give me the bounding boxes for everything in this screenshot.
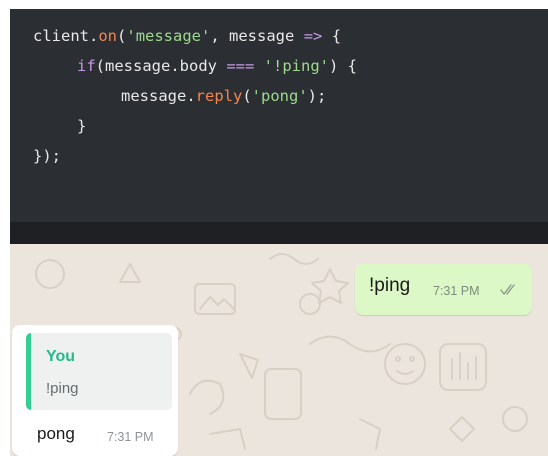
code-line-4: } <box>10 111 548 141</box>
code-token: , message <box>210 27 304 45</box>
code-token: === <box>226 57 255 75</box>
outgoing-message-bubble[interactable]: !ping 7:31 PM <box>355 264 532 315</box>
incoming-message-time: 7:31 PM <box>107 430 154 444</box>
code-token: . <box>89 27 99 45</box>
code-token: { <box>322 27 342 45</box>
quote-author: You <box>46 348 76 365</box>
outgoing-message-time: 7:31 PM <box>433 284 480 298</box>
code-token: client <box>33 27 89 45</box>
quote-text: !ping <box>46 380 79 397</box>
chat-area: !ping 7:31 PM You !ping pong 7:31 PM <box>10 244 548 456</box>
code-token: } <box>77 117 87 135</box>
outgoing-message-text: !ping <box>369 275 411 296</box>
incoming-message-bubble[interactable]: You !ping pong 7:31 PM <box>12 325 178 456</box>
code-line-3: message.reply('pong'); <box>10 81 548 111</box>
quoted-message[interactable]: You !ping <box>26 333 172 410</box>
code-token: 'message' <box>126 27 211 45</box>
screenshot-frame: client.on('message', message => { if(mes… <box>10 9 548 456</box>
code-chat-divider <box>10 222 548 244</box>
code-block: client.on('message', message => { if(mes… <box>10 9 548 222</box>
code-token: (message.body <box>95 57 227 75</box>
code-token: 'pong' <box>251 87 308 105</box>
code-token: => <box>303 27 323 45</box>
code-token: ( <box>117 27 127 45</box>
quote-accent-bar <box>26 333 31 410</box>
code-token: '!ping' <box>263 57 329 75</box>
code-token: message. <box>121 87 196 105</box>
code-token: on <box>98 27 118 45</box>
code-token: reply <box>195 87 243 105</box>
code-token: }); <box>33 147 61 165</box>
code-token: ( <box>242 87 252 105</box>
double-check-icon <box>500 284 515 295</box>
code-token: ) { <box>329 57 357 75</box>
incoming-message-text: pong <box>37 424 75 443</box>
code-line-5: }); <box>10 141 548 171</box>
code-line-1: client.on('message', message => { <box>10 21 548 51</box>
code-line-2: if(message.body === '!ping') { <box>10 51 548 81</box>
code-token: if <box>77 57 96 75</box>
code-token: ); <box>307 87 327 105</box>
